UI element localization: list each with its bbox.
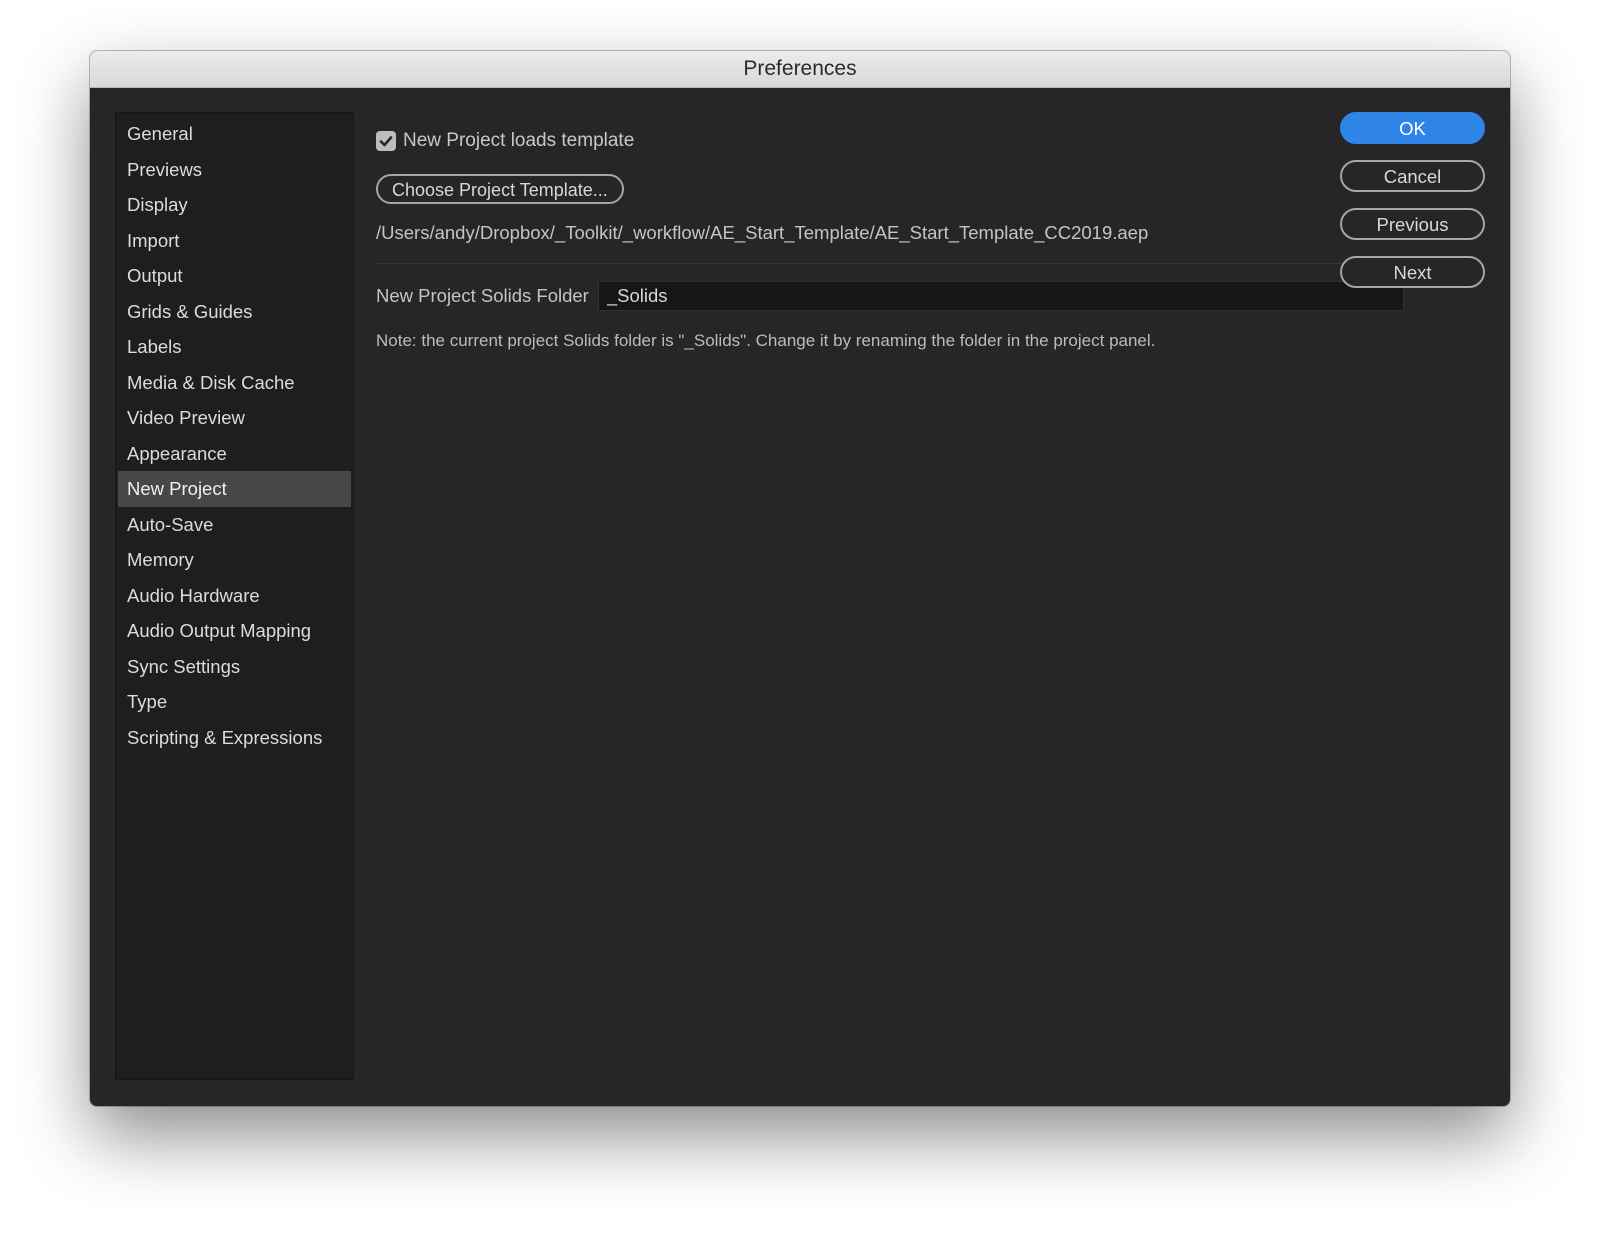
sidebar-item-auto-save[interactable]: Auto-Save <box>118 507 351 543</box>
sidebar-item-grids-guides[interactable]: Grids & Guides <box>118 294 351 330</box>
load-template-label: New Project loads template <box>403 130 635 151</box>
cancel-button[interactable]: Cancel <box>1340 160 1485 192</box>
ok-button[interactable]: OK <box>1340 112 1485 144</box>
solids-folder-note: Note: the current project Solids folder … <box>376 331 1156 350</box>
sidebar-item-media-disk-cache[interactable]: Media & Disk Cache <box>118 365 351 401</box>
sidebar-item-new-project[interactable]: New Project <box>118 471 351 507</box>
sidebar-item-import[interactable]: Import <box>118 223 351 259</box>
load-template-option[interactable]: New Project loads template <box>376 130 634 152</box>
preferences-category-list: General Previews Display Import Output G… <box>115 112 354 1080</box>
sidebar-item-general[interactable]: General <box>118 116 351 152</box>
choose-project-template-button[interactable]: Choose Project Template... <box>376 174 624 204</box>
sidebar-item-display[interactable]: Display <box>118 187 351 223</box>
sidebar-item-sync-settings[interactable]: Sync Settings <box>118 649 351 685</box>
window-titlebar[interactable]: Preferences <box>90 51 1510 88</box>
next-button[interactable]: Next <box>1340 256 1485 288</box>
sidebar-item-video-preview[interactable]: Video Preview <box>118 400 351 436</box>
window-title: Preferences <box>743 57 857 80</box>
solids-folder-input[interactable] <box>597 281 1404 311</box>
solids-folder-label: New Project Solids Folder <box>376 285 589 306</box>
sidebar-item-audio-hardware[interactable]: Audio Hardware <box>118 578 351 614</box>
solids-folder-row: New Project Solids Folder <box>376 281 1404 311</box>
sidebar-item-appearance[interactable]: Appearance <box>118 436 351 472</box>
section-divider <box>376 263 1404 264</box>
checkmark-icon <box>379 136 393 147</box>
preferences-dialog: Preferences General Previews Display Imp… <box>90 51 1510 1106</box>
sidebar-item-scripting-expressions[interactable]: Scripting & Expressions <box>118 720 351 756</box>
load-template-checkbox[interactable] <box>376 131 396 151</box>
sidebar-item-memory[interactable]: Memory <box>118 542 351 578</box>
sidebar-item-type[interactable]: Type <box>118 684 351 720</box>
sidebar-item-labels[interactable]: Labels <box>118 329 351 365</box>
sidebar-item-output[interactable]: Output <box>118 258 351 294</box>
sidebar-item-previews[interactable]: Previews <box>118 152 351 188</box>
previous-button[interactable]: Previous <box>1340 208 1485 240</box>
sidebar-item-audio-output-mapping[interactable]: Audio Output Mapping <box>118 613 351 649</box>
template-path: /Users/andy/Dropbox/_Toolkit/_workflow/A… <box>376 222 1149 243</box>
